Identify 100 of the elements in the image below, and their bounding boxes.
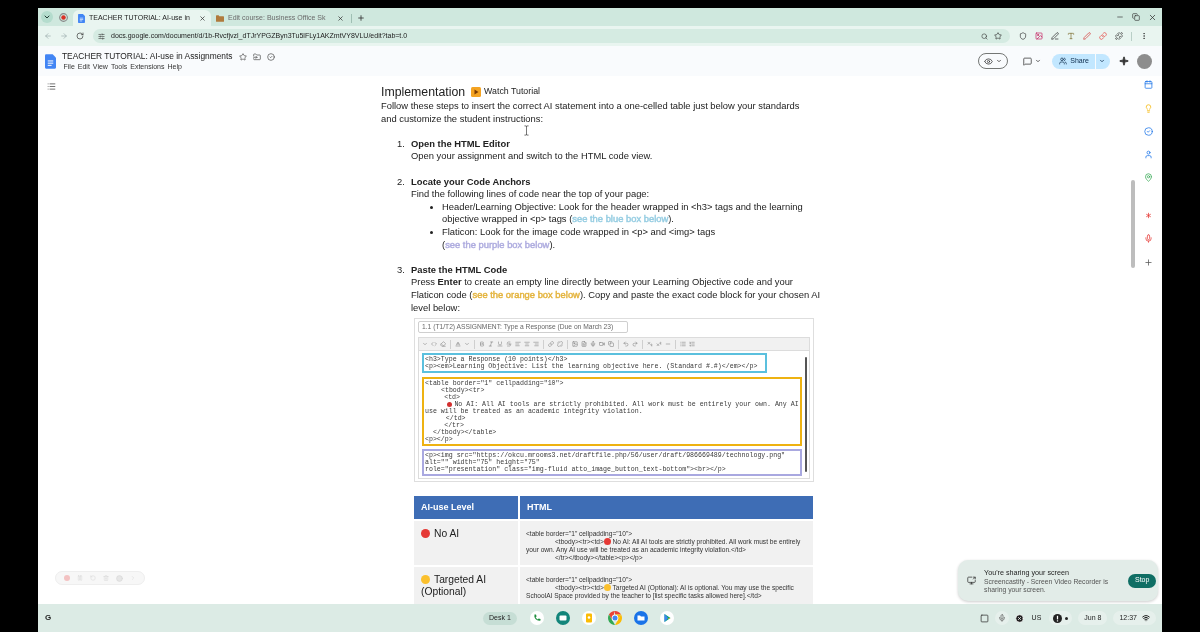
restore-icon[interactable] <box>1132 13 1140 21</box>
link-icon[interactable] <box>548 341 554 348</box>
menu-icon[interactable] <box>1140 32 1148 40</box>
dot-icon <box>1065 616 1069 620</box>
redo-icon[interactable] <box>632 341 638 348</box>
launcher-button[interactable]: G <box>41 611 55 625</box>
sparkle-icon[interactable] <box>1119 56 1129 66</box>
avatar[interactable] <box>1137 53 1152 69</box>
mic-icon[interactable] <box>1144 234 1153 243</box>
file-icon[interactable] <box>581 341 587 348</box>
user-icon[interactable] <box>1144 149 1153 159</box>
plus-icon[interactable] <box>1144 258 1153 267</box>
calendar-icon[interactable] <box>1144 80 1153 89</box>
tutorial-link[interactable]: Watch Tutorial <box>471 85 540 99</box>
people-icon[interactable] <box>1059 57 1068 65</box>
subscript-icon[interactable] <box>647 341 653 348</box>
site-settings-icon[interactable] <box>98 32 105 40</box>
browser-icon[interactable] <box>607 611 622 625</box>
document-icon[interactable] <box>45 53 56 69</box>
caret-icon[interactable] <box>996 58 1003 64</box>
pen-icon[interactable] <box>1051 32 1059 40</box>
step-number: 3. <box>397 263 406 277</box>
caret-icon[interactable] <box>1099 58 1105 64</box>
section-heading: Implementation <box>381 83 466 101</box>
font-color-icon[interactable] <box>455 341 461 348</box>
step-title: Open the HTML Editor <box>411 137 511 151</box>
phone-icon[interactable] <box>529 611 544 625</box>
folder-icon <box>216 14 224 22</box>
italic-icon[interactable] <box>488 341 494 348</box>
back-icon[interactable] <box>44 32 52 40</box>
check-circle-icon[interactable] <box>1144 126 1153 136</box>
map-pin-icon[interactable] <box>1144 173 1153 182</box>
alert-circle-icon <box>1053 613 1063 623</box>
close-icon[interactable] <box>199 14 206 22</box>
bold-icon[interactable] <box>479 341 485 348</box>
lightbulb-icon[interactable] <box>1144 103 1153 113</box>
document-icon <box>78 13 85 23</box>
shield-icon[interactable] <box>1019 32 1027 40</box>
play-icon[interactable] <box>659 611 674 625</box>
pen-icon[interactable] <box>1083 32 1091 40</box>
asterisk-icon[interactable] <box>1144 211 1153 220</box>
record-icon[interactable] <box>59 12 68 22</box>
eraser-icon[interactable] <box>440 341 446 348</box>
outline-icon[interactable] <box>47 82 56 91</box>
unlink-icon[interactable] <box>557 341 563 348</box>
copy-icon[interactable] <box>608 341 614 348</box>
image-icon[interactable] <box>572 341 578 348</box>
x-circle-icon[interactable] <box>1014 613 1024 623</box>
link-icon[interactable] <box>1099 32 1107 40</box>
scrollbar[interactable] <box>1131 180 1135 268</box>
document-title[interactable]: TEACHER TUTORIAL: AI-use in Assignments <box>62 51 233 62</box>
reload-icon[interactable] <box>76 32 84 40</box>
share-menu-button[interactable] <box>1096 53 1110 69</box>
video-icon[interactable] <box>599 341 605 348</box>
column-header: HTML <box>527 500 552 514</box>
step-text: Find the following lines of code near the top of your page: <box>411 188 651 201</box>
folder-icon[interactable] <box>252 52 261 61</box>
align-left-icon[interactable] <box>515 341 521 348</box>
table-cell: No AI <box>421 528 514 541</box>
strikethrough-icon[interactable] <box>506 341 512 348</box>
mic-icon[interactable] <box>590 341 596 348</box>
video-call-icon[interactable] <box>555 611 570 625</box>
caret-icon[interactable] <box>1035 58 1042 64</box>
new-tab-icon[interactable] <box>357 14 365 22</box>
close-icon[interactable] <box>337 14 344 22</box>
square-icon[interactable] <box>979 613 989 623</box>
minimize-icon[interactable] <box>1116 13 1124 21</box>
step-number: 2. <box>397 175 406 189</box>
superscript-icon[interactable] <box>656 341 662 348</box>
check-circle-icon[interactable] <box>266 52 275 61</box>
star-icon[interactable] <box>238 52 247 61</box>
bullet-text: Header/Learning Objective: Look for the header wrapped in <h3> tags and the learning objective wrapped in <p> tags (see the blue box below). <box>442 200 804 226</box>
underline-icon[interactable] <box>497 341 503 348</box>
step-title: Locate your Code Anchors <box>411 175 532 189</box>
play-icon <box>471 87 482 97</box>
text-cursor-icon <box>524 125 529 136</box>
intro-text: Follow these steps to insert the correct AI statement into a one-celled table just below your standards and customize the student instructions: <box>381 100 801 126</box>
forward-icon[interactable] <box>60 32 68 40</box>
align-right-icon[interactable] <box>533 341 539 348</box>
scrollbar[interactable] <box>804 357 807 473</box>
bullet-list-icon[interactable] <box>680 341 686 348</box>
notes-icon[interactable] <box>581 611 596 625</box>
folder-icon[interactable] <box>633 611 648 625</box>
undo-icon[interactable] <box>623 341 629 348</box>
eye-icon[interactable] <box>984 56 994 66</box>
comment-icon[interactable] <box>1023 56 1033 66</box>
table-cell-text: Targeted AI (Optional) <box>421 574 488 599</box>
image-icon[interactable] <box>1035 32 1043 40</box>
mic-icon[interactable] <box>997 614 1006 622</box>
wifi-icon[interactable] <box>1142 614 1150 622</box>
close-icon[interactable] <box>1148 12 1157 22</box>
step-text: Press Enter to create an empty line directly between your Learning Objective code and your Flaticon code (see the orange box below). Copy and paste the exact code block for your chosen AI level below: <box>411 276 822 315</box>
text-icon[interactable] <box>1067 32 1075 40</box>
screen-share-icon <box>967 576 976 585</box>
search-icon[interactable] <box>981 32 988 40</box>
numbered-list-icon[interactable] <box>689 341 695 348</box>
status-tray[interactable] <box>1049 611 1073 625</box>
align-center-icon[interactable] <box>524 341 530 348</box>
star-icon[interactable] <box>994 32 1002 40</box>
puzzle-icon[interactable] <box>1115 32 1123 40</box>
